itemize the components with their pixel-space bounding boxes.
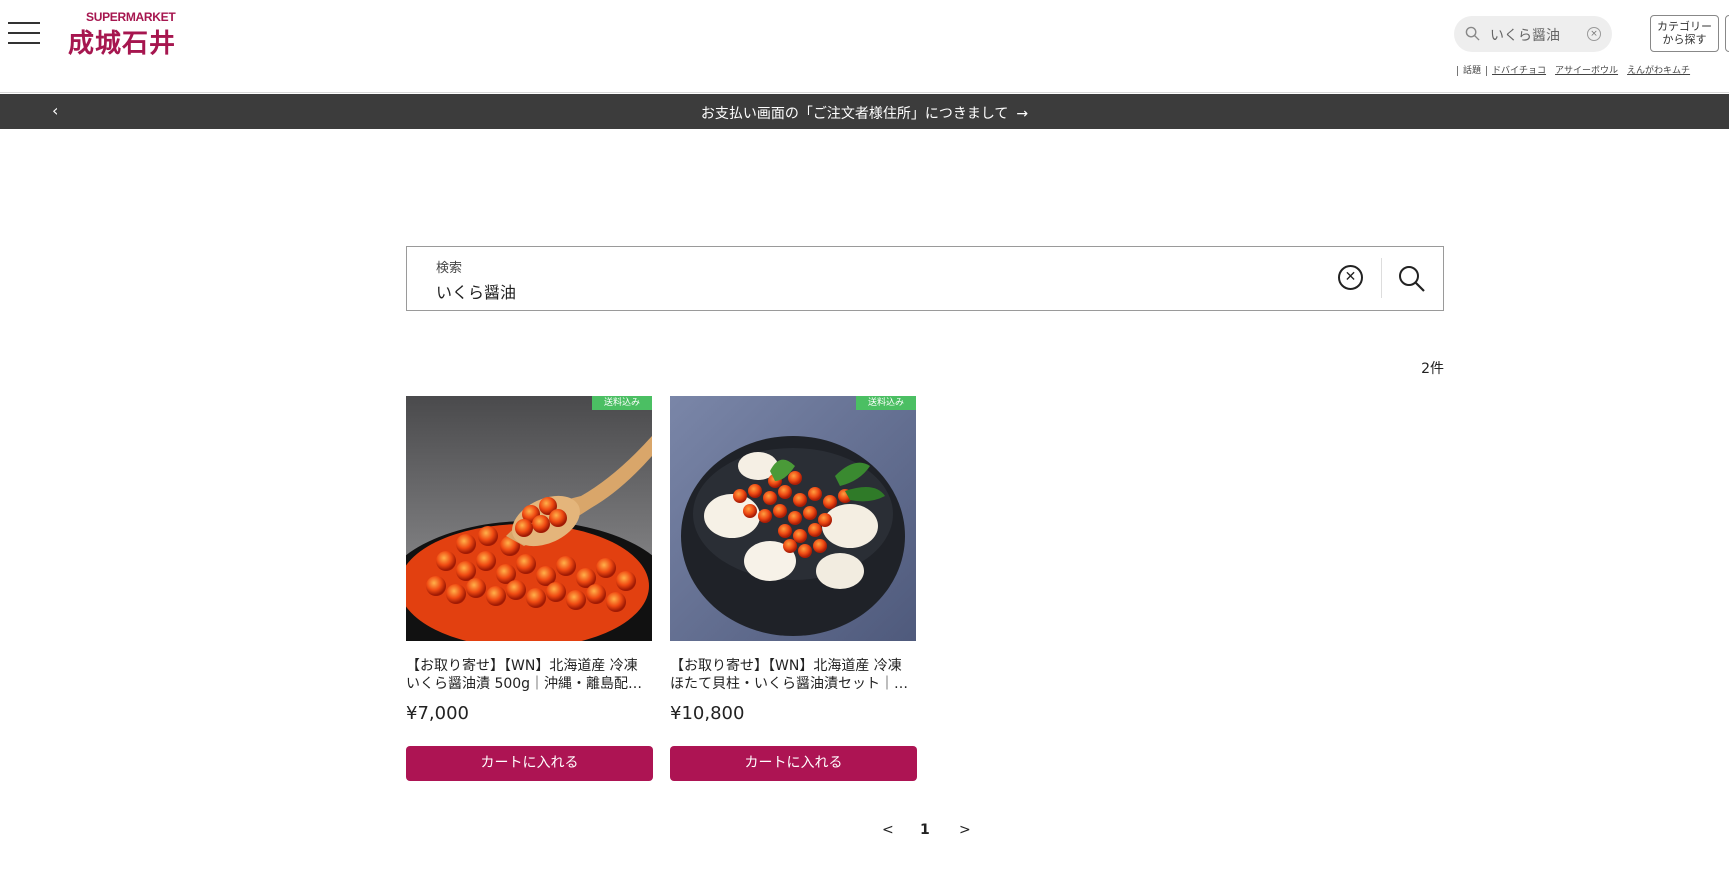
- search-input[interactable]: いくら醤油: [436, 279, 516, 303]
- result-count: 2件: [1421, 361, 1444, 377]
- product-name[interactable]: 【お取り寄せ】【WN】北海道産 冷凍 ほたて貝柱・いくら醤油漬セット｜…: [670, 657, 916, 693]
- notice-text: お支払い画面の「ご注文者様住所」につきまして: [700, 106, 1009, 122]
- pagination-prev[interactable]: <: [882, 822, 894, 838]
- search-icon[interactable]: [1396, 263, 1428, 295]
- keyword-link-3[interactable]: えんがわキムチ: [1627, 66, 1690, 76]
- keyword-link-2[interactable]: アサイーボウル: [1555, 66, 1618, 76]
- popular-keywords: 話題 ドバイチョコ アサイーボウル えんがわキムチ: [1452, 63, 1699, 76]
- header-search-value: いくら醤油: [1490, 28, 1560, 44]
- product-card[interactable]: 送料込み 【お取り寄せ】【WN】北海道産 冷凍 いくら醤油漬 500g｜沖縄・離…: [406, 396, 653, 781]
- product-card[interactable]: 送料込み 【お取り寄せ】【WN】北海道産 冷凍 ほたて貝柱・いくら醤油漬セット｜…: [670, 396, 917, 781]
- product-name-line1: 【お取り寄せ】【WN】北海道産 冷凍: [406, 658, 638, 674]
- shipping-included-badge: 送料込み: [592, 396, 652, 410]
- keyword-link-1[interactable]: ドバイチョコ: [1492, 66, 1546, 76]
- notice-bar: ‹ お支払い画面の「ご注文者様住所」につきまして →: [0, 94, 1729, 129]
- product-price: ¥7,000: [406, 703, 469, 724]
- logo-subtitle: SUPERMARKET: [86, 10, 176, 24]
- arrow-right-icon: →: [1016, 106, 1029, 122]
- notice-link[interactable]: お支払い画面の「ご注文者様住所」につきまして →: [0, 103, 1729, 123]
- search-label: 検索: [436, 261, 463, 276]
- header-edge-button[interactable]: [1725, 15, 1729, 52]
- pagination: < 1 >: [870, 822, 971, 842]
- product-name-line1: 【お取り寄せ】【WN】北海道産 冷凍: [670, 658, 902, 674]
- site-logo[interactable]: SUPERMARKET 成城石井: [68, 10, 190, 59]
- pagination-page-1[interactable]: 1: [920, 822, 930, 838]
- product-name[interactable]: 【お取り寄せ】【WN】北海道産 冷凍 いくら醤油漬 500g｜沖縄・離島配…: [406, 657, 652, 693]
- product-name-line2: ほたて貝柱・いくら醤油漬セット｜…: [670, 676, 908, 692]
- search-divider: [1381, 258, 1382, 298]
- site-header: SUPERMARKET 成城石井 いくら醤油 × カテゴリー から探す 話題 ドバ…: [0, 0, 1729, 93]
- header-search-field[interactable]: いくら醤油 ×: [1454, 16, 1612, 52]
- product-image[interactable]: 送料込み: [406, 396, 652, 641]
- add-to-cart-button[interactable]: カートに入れる: [406, 746, 653, 781]
- header-search-clear-icon[interactable]: ×: [1587, 27, 1601, 41]
- search-icon: [1465, 26, 1480, 41]
- keyword-link-0[interactable]: 話題: [1463, 66, 1481, 76]
- scallop-ikura-bowl-image: [670, 396, 916, 641]
- shipping-included-badge: 送料込み: [856, 396, 916, 410]
- search-field[interactable]: 検索 いくら醤油 ✕: [406, 246, 1444, 311]
- logo-wordmark: 成城石井: [68, 29, 177, 59]
- product-image[interactable]: 送料込み: [670, 396, 916, 641]
- ikura-bowl-image: [406, 396, 652, 641]
- clear-icon[interactable]: ✕: [1338, 265, 1363, 290]
- add-to-cart-button[interactable]: カートに入れる: [670, 746, 917, 781]
- category-browse-button[interactable]: カテゴリー から探す: [1650, 15, 1719, 52]
- product-name-line2: いくら醤油漬 500g｜沖縄・離島配…: [406, 676, 643, 692]
- menu-icon[interactable]: [8, 22, 40, 44]
- pagination-next[interactable]: >: [959, 822, 971, 838]
- product-price: ¥10,800: [670, 703, 745, 724]
